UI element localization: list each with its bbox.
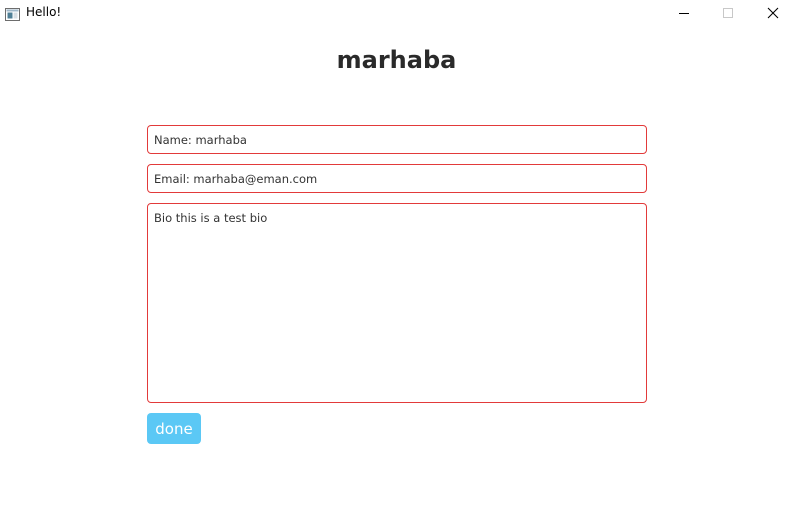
minimize-icon xyxy=(678,4,690,23)
window-titlebar: Hello! xyxy=(0,0,793,26)
close-icon xyxy=(767,4,779,23)
window-title: Hello! xyxy=(26,5,62,19)
maximize-button[interactable] xyxy=(705,0,751,26)
bio-textarea[interactable]: Bio this is a test bio xyxy=(147,203,647,403)
close-button[interactable] xyxy=(750,0,793,26)
name-field[interactable] xyxy=(147,125,647,154)
maximize-icon xyxy=(722,4,734,23)
email-field[interactable] xyxy=(147,164,647,193)
application-window-icon xyxy=(5,6,20,21)
minimize-button[interactable] xyxy=(661,0,707,26)
done-button[interactable]: done xyxy=(147,413,201,444)
page-title: marhaba xyxy=(336,46,457,74)
